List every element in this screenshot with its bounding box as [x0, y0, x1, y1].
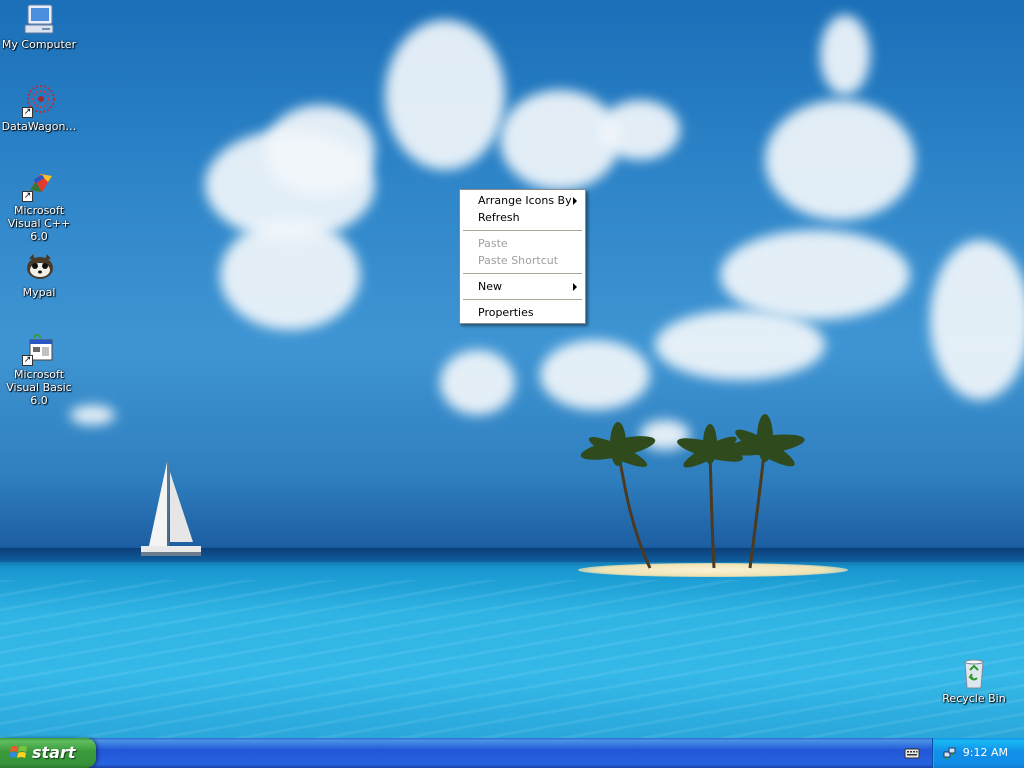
shortcut-arrow-icon: ↗ [22, 107, 33, 118]
taskbar[interactable]: start 9:12 AM [0, 738, 1024, 768]
menu-item-arrange-icons-by[interactable]: Arrange Icons By [460, 192, 585, 209]
network-icon[interactable] [943, 746, 957, 760]
desktop-icon-my-computer[interactable]: My Computer [0, 2, 78, 51]
cloud [440, 350, 515, 415]
keyboard-icon[interactable] [904, 746, 920, 760]
menu-item-properties[interactable]: Properties [460, 304, 585, 321]
cloud [265, 105, 375, 195]
cloud [540, 340, 650, 410]
cloud [820, 15, 870, 95]
menu-item-label: New [478, 280, 502, 293]
cloud [385, 20, 505, 170]
desktop-icon-recycle-bin[interactable]: Recycle Bin [935, 656, 1013, 705]
desktop-icon-label: Recycle Bin [942, 692, 1006, 705]
system-tray: 9:12 AM [932, 738, 1024, 768]
submenu-arrow-icon [573, 283, 577, 291]
visual-cpp-icon: ↗ [22, 168, 56, 202]
shortcut-arrow-icon: ↗ [22, 191, 33, 202]
sailboat-image [141, 460, 201, 556]
menu-item-label: Paste [478, 237, 508, 250]
mypal-icon [22, 250, 56, 284]
start-button[interactable]: start [0, 738, 96, 768]
palm-trees-image [580, 414, 805, 569]
menu-item-label: Refresh [478, 211, 520, 224]
menu-item-label: Properties [478, 306, 534, 319]
desktop-icon-label: Microsoft Visual Basic 6.0 [6, 368, 72, 407]
cloud [220, 220, 360, 330]
menu-item-label: Arrange Icons By [478, 194, 572, 207]
desktop-icon-label: Mypal [22, 286, 56, 299]
menu-item-new[interactable]: New [460, 278, 585, 295]
desktop-icon-label: My Computer [1, 38, 77, 51]
desktop-icon-visual-cpp[interactable]: ↗ Microsoft Visual C++ 6.0 [0, 168, 78, 243]
start-label: start [32, 743, 76, 762]
recycle-bin-icon [957, 656, 991, 690]
my-computer-icon [22, 2, 56, 36]
menu-separator [463, 299, 582, 300]
menu-item-label: Paste Shortcut [478, 254, 559, 267]
desktop-icon-visual-basic[interactable]: ↗ Microsoft Visual Basic 6.0 [0, 332, 78, 407]
cloud [70, 405, 115, 425]
menu-item-paste: Paste [460, 235, 585, 252]
cloud [655, 310, 825, 380]
menu-separator [463, 273, 582, 274]
cloud [930, 240, 1024, 400]
windows-logo-icon [10, 746, 27, 758]
desktop-icon-label: DataWagon… [1, 120, 77, 133]
desktop-icon-label: Microsoft Visual C++ 6.0 [7, 204, 71, 243]
menu-separator [463, 230, 582, 231]
desktop-wallpaper[interactable] [0, 0, 1024, 738]
cloud [765, 100, 915, 220]
sea [0, 580, 1024, 738]
clock[interactable]: 9:12 AM [963, 738, 1008, 768]
visual-basic-icon: ↗ [22, 332, 56, 366]
submenu-arrow-icon [573, 197, 577, 205]
cloud [600, 100, 680, 160]
desktop-context-menu: Arrange Icons By Refresh Paste Paste Sho… [459, 189, 586, 324]
datawagon-icon: ↗ [22, 84, 56, 118]
shortcut-arrow-icon: ↗ [22, 355, 33, 366]
cloud [720, 230, 910, 320]
desktop-icon-datawagon[interactable]: ↗ DataWagon… [0, 84, 78, 133]
menu-item-paste-shortcut: Paste Shortcut [460, 252, 585, 269]
menu-item-refresh[interactable]: Refresh [460, 209, 585, 226]
desktop-icon-mypal[interactable]: Mypal [0, 250, 78, 299]
